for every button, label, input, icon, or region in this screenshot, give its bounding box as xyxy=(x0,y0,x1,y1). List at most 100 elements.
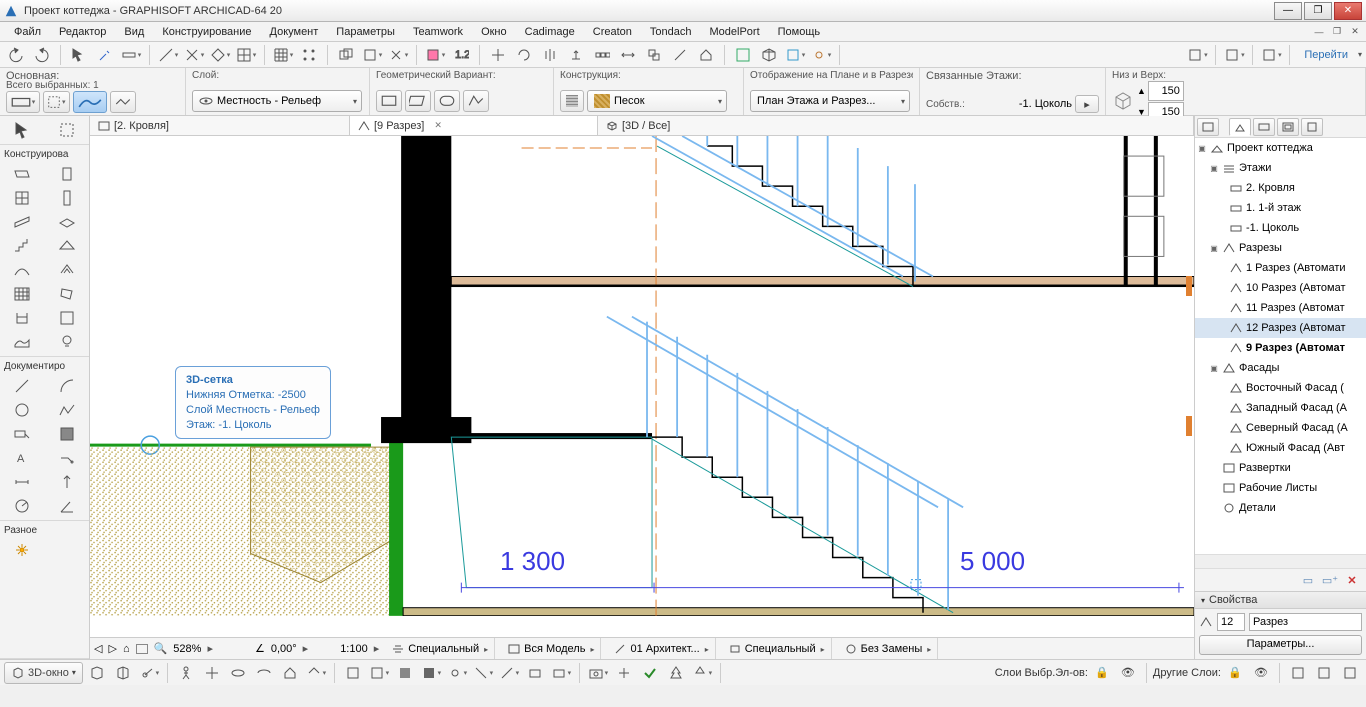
ruler-button[interactable] xyxy=(119,44,143,66)
navtab-popup[interactable] xyxy=(1197,118,1219,136)
nav-ws[interactable]: Рабочие Листы xyxy=(1239,482,1317,494)
zoom-extent-icon[interactable] xyxy=(136,644,148,654)
elevate-button[interactable] xyxy=(564,44,588,66)
shell-tool[interactable] xyxy=(0,258,45,282)
geom-opt4[interactable] xyxy=(463,90,489,112)
explore-icon[interactable] xyxy=(200,662,224,684)
suspend-button[interactable] xyxy=(386,44,410,66)
nav-storeys[interactable]: Этажи xyxy=(1239,162,1271,174)
ext2-icon[interactable] xyxy=(1312,662,1336,684)
roof-tool[interactable] xyxy=(45,234,90,258)
polyline-tool[interactable] xyxy=(45,398,90,422)
mesh-tool2[interactable] xyxy=(0,330,45,354)
drawlabel-tool[interactable] xyxy=(0,422,45,446)
mdi-close-icon[interactable]: ✕ xyxy=(1348,26,1362,38)
nav-elev-w[interactable]: Западный Фасад (А xyxy=(1246,402,1347,414)
dim-tool[interactable] xyxy=(0,470,45,494)
merge-icon[interactable] xyxy=(612,662,636,684)
render2-icon[interactable] xyxy=(549,662,573,684)
navtab-project[interactable] xyxy=(1229,118,1251,136)
resize-button[interactable] xyxy=(642,44,666,66)
zone-tool[interactable] xyxy=(45,306,90,330)
axo-icon[interactable] xyxy=(111,662,135,684)
walk-icon[interactable] xyxy=(174,662,198,684)
curtain-tool[interactable] xyxy=(0,282,45,306)
shade1-icon[interactable] xyxy=(393,662,417,684)
layers-other-lock[interactable]: 🔒 xyxy=(1223,662,1247,684)
menu-creaton[interactable]: Creaton xyxy=(585,24,640,40)
nav-section-10[interactable]: 10 Разрез (Автомат xyxy=(1246,282,1346,294)
goto-dropdown[interactable]: Перейти xyxy=(1296,49,1356,61)
camera-icon[interactable] xyxy=(137,662,161,684)
pick-button[interactable] xyxy=(67,44,91,66)
beam-tool[interactable] xyxy=(0,210,45,234)
circle-tool[interactable] xyxy=(0,398,45,422)
nav-ie[interactable]: Развертки xyxy=(1239,462,1291,474)
snap-button[interactable] xyxy=(182,44,206,66)
mvo4[interactable]: Специальный xyxy=(745,643,816,655)
gridsnap-button[interactable] xyxy=(297,44,321,66)
tab-3d[interactable]: [3D / Все] xyxy=(598,116,1194,135)
menu-edit[interactable]: Редактор xyxy=(51,24,114,40)
mdi-restore-icon[interactable]: ❐ xyxy=(1330,26,1344,38)
menu-view[interactable]: Вид xyxy=(116,24,152,40)
ext1-icon[interactable] xyxy=(1286,662,1310,684)
nav-scrollbar[interactable] xyxy=(1195,554,1366,568)
object-tool[interactable] xyxy=(0,306,45,330)
tree3d2-icon[interactable] xyxy=(690,662,714,684)
mirror-button[interactable] xyxy=(538,44,562,66)
iso-button[interactable] xyxy=(757,44,781,66)
nav-section-11[interactable]: 11 Разрез (Автомат xyxy=(1246,302,1345,314)
scale-button[interactable] xyxy=(668,44,692,66)
photo-icon[interactable] xyxy=(586,662,610,684)
dim12-button[interactable]: 1.2 xyxy=(449,44,473,66)
nav-section-9[interactable]: 9 Разрез (Автомат xyxy=(1246,342,1345,354)
nav-back-icon[interactable]: ◁ xyxy=(94,642,102,655)
window-tool[interactable] xyxy=(0,186,45,210)
menu-options[interactable]: Параметры xyxy=(328,24,403,40)
arc-tool[interactable] xyxy=(45,374,90,398)
mvo1[interactable]: Специальный xyxy=(408,643,479,655)
mvo3[interactable]: 01 Архитект... xyxy=(630,643,699,655)
home-button[interactable] xyxy=(694,44,718,66)
mvo2[interactable]: Вся Модель xyxy=(524,643,585,655)
navigator-tree[interactable]: ▣Проект коттеджа ▣Этажи 2. Кровля 1. 1-й… xyxy=(1195,138,1366,554)
orbit-icon[interactable] xyxy=(226,662,250,684)
line-tool[interactable] xyxy=(0,374,45,398)
set1-button[interactable] xyxy=(1185,44,1209,66)
geom-opt3[interactable] xyxy=(434,90,460,112)
look-icon[interactable] xyxy=(252,662,276,684)
shade2-icon[interactable] xyxy=(419,662,443,684)
menu-help[interactable]: Помощь xyxy=(770,24,829,40)
select-mode-button[interactable] xyxy=(43,91,70,113)
nav-details[interactable]: Детали xyxy=(1239,502,1276,514)
menu-window[interactable]: Окно xyxy=(473,24,515,40)
lamp-tool[interactable] xyxy=(45,330,90,354)
gridshow-button[interactable] xyxy=(271,44,295,66)
arrow-tool[interactable] xyxy=(0,118,45,142)
check-icon[interactable] xyxy=(638,662,662,684)
scale-value[interactable]: 1:100 xyxy=(340,643,368,655)
cut1-icon[interactable] xyxy=(471,662,495,684)
nav-storey-2[interactable]: 2. Кровля xyxy=(1246,182,1295,194)
grid-button[interactable] xyxy=(234,44,258,66)
layer-combo[interactable]: Местность - Рельеф xyxy=(192,90,362,112)
layers-sel-hide[interactable]: 👁 xyxy=(1116,662,1140,684)
menu-file[interactable]: Файл xyxy=(6,24,49,40)
text-tool[interactable]: A xyxy=(0,446,45,470)
menu-document[interactable]: Документ xyxy=(262,24,327,40)
tab-section9[interactable]: [9 Разрез] ✕ xyxy=(350,116,598,135)
nav-elevs[interactable]: Фасады xyxy=(1239,362,1279,374)
door-tool[interactable] xyxy=(45,162,90,186)
homedrop-icon[interactable] xyxy=(304,662,328,684)
leveldim-tool[interactable] xyxy=(45,470,90,494)
surface-button[interactable] xyxy=(110,91,136,113)
morph-tool[interactable] xyxy=(45,282,90,306)
stair-tool[interactable] xyxy=(0,234,45,258)
top-input[interactable] xyxy=(1148,81,1184,101)
redo-button[interactable] xyxy=(30,44,54,66)
set3-button[interactable] xyxy=(1259,44,1283,66)
plan-combo[interactable]: План Этажа и Разрез... xyxy=(750,90,910,112)
nav-section-1[interactable]: 1 Разрез (Автомати xyxy=(1246,262,1346,274)
angle-icon[interactable]: ∠ xyxy=(255,642,265,655)
